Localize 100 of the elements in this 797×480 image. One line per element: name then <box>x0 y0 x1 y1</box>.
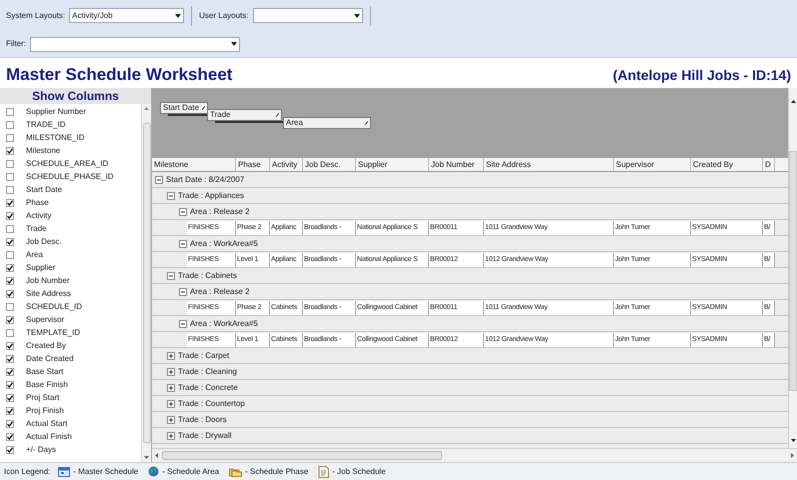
layout-dropdown[interactable]: Activity/Job <box>69 8 184 23</box>
group-row-label[interactable]: Area : WorkArea#5 <box>190 318 258 330</box>
expand-icon[interactable] <box>167 400 175 408</box>
field-label: User Layouts: <box>199 10 248 22</box>
column-header[interactable]: D <box>763 158 775 171</box>
column-name: Start Date <box>26 184 62 196</box>
column-header[interactable]: Milestone <box>152 158 236 171</box>
slash-icon <box>365 121 368 125</box>
page-subtitle: (Antelope Hill Jobs - ID:14) <box>612 66 791 85</box>
collapse-icon[interactable] <box>179 288 187 296</box>
column-checkbox[interactable] <box>6 368 14 376</box>
group-row-label[interactable]: Trade : Doors <box>178 414 227 426</box>
column-checkbox[interactable] <box>6 406 14 414</box>
scroll-thumb[interactable] <box>789 151 797 391</box>
legend-text: - Schedule Phase <box>245 466 308 478</box>
column-checkbox[interactable] <box>6 186 14 194</box>
group-row-label[interactable]: Trade : Cleaning <box>178 366 237 378</box>
group-by-chip[interactable]: Start Date <box>160 102 208 114</box>
column-header[interactable]: Supplier <box>356 158 429 171</box>
collapse-icon[interactable] <box>179 240 187 248</box>
column-checkbox[interactable] <box>6 134 14 142</box>
collapse-icon[interactable] <box>179 208 187 216</box>
expand-icon[interactable] <box>167 368 175 376</box>
group-row-label[interactable]: Trade : Appliances <box>178 190 244 202</box>
field-label: System Layouts: <box>6 10 66 22</box>
group-by-chip[interactable]: Trade <box>207 109 282 121</box>
collapse-icon[interactable] <box>167 192 175 200</box>
column-checkbox[interactable] <box>6 276 14 284</box>
column-checkbox[interactable] <box>6 250 14 258</box>
group-by-chip[interactable]: Area <box>283 117 371 129</box>
column-name: Actual Finish <box>26 430 72 442</box>
legend-text: - Job Schedule <box>332 466 386 478</box>
dropdown-arrow-icon <box>354 14 360 18</box>
column-checkbox[interactable] <box>6 432 14 440</box>
scrollbar[interactable] <box>152 448 797 462</box>
scroll-right-icon[interactable] <box>791 453 794 458</box>
column-checkbox[interactable] <box>6 198 14 206</box>
legend-label: Icon Legend: <box>4 466 50 478</box>
column-checkbox[interactable] <box>6 172 14 180</box>
scrollbar[interactable] <box>788 88 797 448</box>
column-header[interactable]: Activity <box>270 158 303 171</box>
column-checkbox[interactable] <box>6 328 14 336</box>
column-checkbox[interactable] <box>6 394 14 402</box>
expand-icon[interactable] <box>167 384 175 392</box>
column-checkbox[interactable] <box>6 146 14 154</box>
column-header[interactable]: Created By <box>691 158 763 171</box>
column-checkbox[interactable] <box>6 380 14 388</box>
collapse-icon[interactable] <box>155 176 163 184</box>
column-name: Actual Start <box>26 418 68 430</box>
column-checkbox[interactable] <box>6 264 14 272</box>
column-checkbox[interactable] <box>6 120 14 128</box>
collapse-icon[interactable] <box>167 272 175 280</box>
column-checkbox[interactable] <box>6 212 14 220</box>
expand-icon[interactable] <box>167 432 175 440</box>
field-value: Activity/Job <box>72 10 113 22</box>
scroll-thumb[interactable] <box>142 123 150 443</box>
scroll-up-icon[interactable] <box>790 100 796 103</box>
column-checkbox[interactable] <box>6 302 14 310</box>
scroll-left-icon[interactable] <box>155 453 158 458</box>
column-header[interactable]: Supervisor <box>614 158 691 171</box>
group-row-label[interactable]: Trade : Countertop <box>178 398 245 410</box>
column-name: Trade <box>26 222 47 234</box>
group-row-label[interactable]: Area : Release 2 <box>190 286 250 298</box>
scroll-down-icon[interactable] <box>790 439 796 442</box>
group-row-label[interactable]: Trade : Carpet <box>178 350 230 362</box>
field-label: Filter: <box>6 38 26 50</box>
column-header[interactable]: Phase <box>236 158 270 171</box>
column-name: Supplier Number <box>26 106 86 118</box>
group-row-label[interactable]: Start Date : 8/24/2007 <box>166 174 244 186</box>
column-header[interactable]: Job Number <box>429 158 484 171</box>
scroll-thumb[interactable] <box>162 451 442 460</box>
calendar-icon <box>58 466 70 476</box>
group-row-label[interactable]: Area : Release 2 <box>190 206 250 218</box>
group-row-label[interactable]: Trade : Drywall <box>178 430 232 442</box>
column-name: Activity <box>26 210 52 222</box>
expand-icon[interactable] <box>167 352 175 360</box>
slash-icon <box>202 106 205 110</box>
column-checkbox[interactable] <box>6 342 14 350</box>
globe-icon <box>148 466 160 477</box>
column-header[interactable]: Site Address <box>484 158 614 171</box>
folders-icon <box>229 466 242 476</box>
column-name: Base Start <box>26 366 64 378</box>
expand-icon[interactable] <box>167 416 175 424</box>
column-checkbox[interactable] <box>6 238 14 246</box>
group-row-label[interactable]: Trade : Concrete <box>178 382 238 394</box>
column-checkbox[interactable] <box>6 224 14 232</box>
column-checkbox[interactable] <box>6 160 14 168</box>
scrollbar[interactable] <box>141 104 151 462</box>
column-header[interactable]: Job Desc. <box>303 158 356 171</box>
column-name: Created By <box>26 340 66 352</box>
column-name: Milestone <box>26 144 60 156</box>
column-checkbox[interactable] <box>6 108 14 116</box>
column-checkbox[interactable] <box>6 354 14 362</box>
column-checkbox[interactable] <box>6 290 14 298</box>
collapse-icon[interactable] <box>179 320 187 328</box>
group-row-label[interactable]: Trade : Cabinets <box>178 270 237 282</box>
column-checkbox[interactable] <box>6 316 14 324</box>
column-checkbox[interactable] <box>6 420 14 428</box>
group-row-label[interactable]: Area : WorkArea#5 <box>190 238 258 250</box>
column-checkbox[interactable] <box>6 446 14 454</box>
